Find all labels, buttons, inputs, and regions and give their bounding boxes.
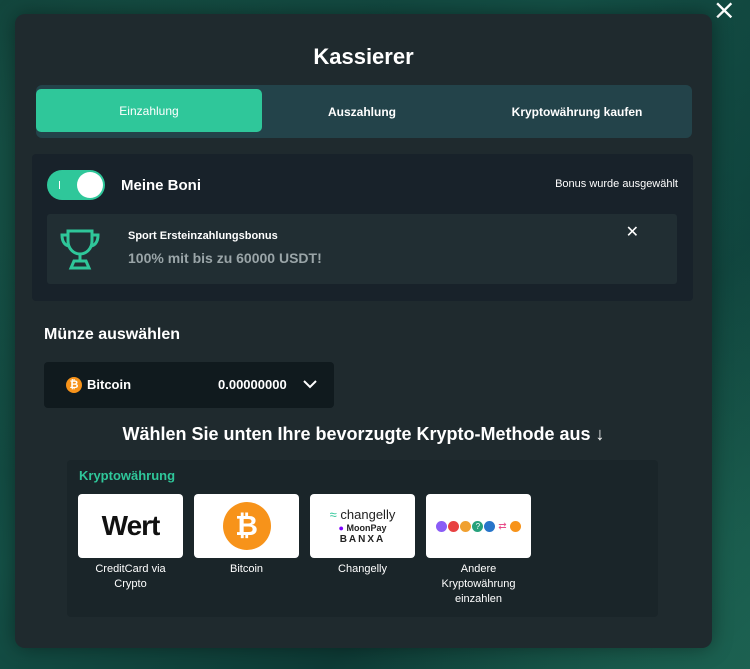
cashier-modal: Kassierer Einzahlung Auszahlung Kryptowä… — [15, 14, 712, 648]
bitcoin-icon: ₿ — [66, 377, 82, 393]
tab-bar: Einzahlung Auszahlung Kryptowährung kauf… — [36, 85, 692, 138]
changelly-logo-icon: ≈ changelly ● MoonPay BANXA — [330, 507, 396, 545]
multi-coin-icon: ? ⇄ — [436, 520, 521, 532]
method-label: Changelly — [338, 563, 387, 575]
coin-select-heading: Münze auswählen — [44, 326, 181, 343]
bonus-panel: Meine Boni Bonus wurde ausgewählt Sport … — [32, 154, 693, 301]
toggle-knob — [77, 172, 103, 198]
close-icon[interactable]: × — [713, 0, 736, 24]
method-label: CreditCard via Crypto — [95, 563, 166, 590]
wert-logo-tile: Wert — [78, 494, 183, 558]
method-heading: Wählen Sie unten Ihre bevorzugte Krypto-… — [122, 424, 605, 444]
bonus-label: Meine Boni — [121, 177, 202, 194]
tab-einzahlung[interactable]: Einzahlung — [36, 89, 262, 132]
chevron-down-icon — [303, 380, 317, 389]
banxa-wordmark: BANXA — [339, 534, 386, 545]
method-bitcoin[interactable]: ₿ Bitcoin — [194, 494, 299, 577]
changelly-logo-tile: ≈ changelly ● MoonPay BANXA — [310, 494, 415, 558]
coin-dropdown[interactable]: ₿ Bitcoin 0.00000000 — [44, 362, 334, 408]
crypto-section-label: Kryptowährung — [79, 468, 176, 483]
method-label: Bitcoin — [229, 563, 264, 575]
bonus-name: Sport Ersteinzahlungsbonus — [128, 230, 278, 242]
method-other-crypto[interactable]: ? ⇄ Andere Kryptowährung einzahlen — [426, 494, 531, 607]
method-label: Andere Kryptowährung einzahlen — [441, 563, 516, 605]
moonpay-wordmark: ● MoonPay — [338, 523, 387, 533]
bonus-description: 100% mit bis zu 60000 USDT! — [128, 250, 322, 266]
bitcoin-symbol: ₿ — [235, 510, 258, 541]
bitcoin-logo-tile: ₿ — [194, 494, 299, 558]
coin-balance: 0.00000000 — [218, 377, 287, 392]
bitcoin-logo-icon: ₿ — [222, 502, 271, 550]
bonus-card[interactable]: Sport Ersteinzahlungsbonus 100% mit bis … — [47, 214, 677, 284]
bonus-status-text: Bonus wurde ausgewählt — [555, 178, 678, 190]
tab-auszahlung[interactable]: Auszahlung — [262, 85, 462, 138]
coin-name: Bitcoin — [87, 377, 132, 392]
multi-coin-logo-tile: ? ⇄ — [426, 494, 531, 558]
wert-logo-icon: Wert — [101, 510, 161, 541]
toggle-on-indicator — [59, 181, 60, 189]
changelly-wordmark: ≈ changelly — [329, 507, 396, 522]
bonus-toggle[interactable] — [47, 170, 105, 200]
tab-kryptowaehrung-kaufen[interactable]: Kryptowährung kaufen — [462, 85, 692, 138]
crypto-methods-panel: Kryptowährung Wert CreditCard via Crypto… — [67, 460, 658, 617]
trophy-icon — [60, 229, 100, 270]
bonus-remove-icon[interactable]: ✕ — [626, 222, 639, 241]
method-changelly[interactable]: ≈ changelly ● MoonPay BANXA Changelly — [310, 494, 415, 577]
method-wert[interactable]: Wert CreditCard via Crypto — [78, 494, 183, 592]
modal-title: Kassierer — [313, 44, 414, 69]
